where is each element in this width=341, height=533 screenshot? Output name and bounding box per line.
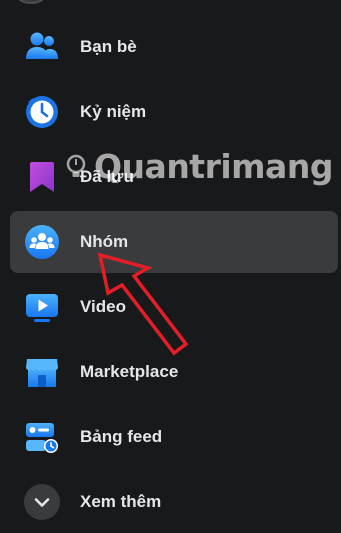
menu-item-label: Marketplace: [80, 362, 179, 381]
menu-item-saved[interactable]: Đã lưu: [10, 146, 338, 208]
menu-item-label: Bảng feed: [80, 427, 163, 446]
chevron-down-icon: [24, 484, 60, 520]
menu-item-label: Kỷ niệm: [80, 102, 147, 121]
groups-icon: [24, 224, 60, 260]
menu-item-see-more[interactable]: Xem thêm: [10, 471, 338, 533]
menu-item-groups[interactable]: Nhóm: [10, 211, 338, 273]
menu-item-feeds[interactable]: Bảng feed: [10, 406, 338, 468]
left-navigation-menu: Bạn bè Kỷ niệm Đã lưu Nhóm Video Marketp…: [0, 0, 341, 528]
feeds-icon: [24, 419, 60, 455]
bookmark-icon: [24, 159, 60, 195]
menu-item-memories[interactable]: Kỷ niệm: [10, 81, 338, 143]
friends-icon: [24, 29, 60, 65]
menu-item-label: Nhóm: [80, 232, 129, 251]
menu-item-label: Video: [80, 297, 126, 316]
memories-clock-icon: [24, 94, 60, 130]
menu-item-friends[interactable]: Bạn bè: [10, 16, 338, 78]
menu-item-label: Xem thêm: [80, 492, 162, 511]
menu-item-video[interactable]: Video: [10, 276, 338, 338]
menu-item-marketplace[interactable]: Marketplace: [10, 341, 338, 403]
marketplace-store-icon: [24, 354, 60, 390]
video-play-icon: [24, 289, 60, 325]
menu-item-label: Đã lưu: [80, 167, 134, 186]
menu-item-label: Bạn bè: [80, 37, 137, 56]
